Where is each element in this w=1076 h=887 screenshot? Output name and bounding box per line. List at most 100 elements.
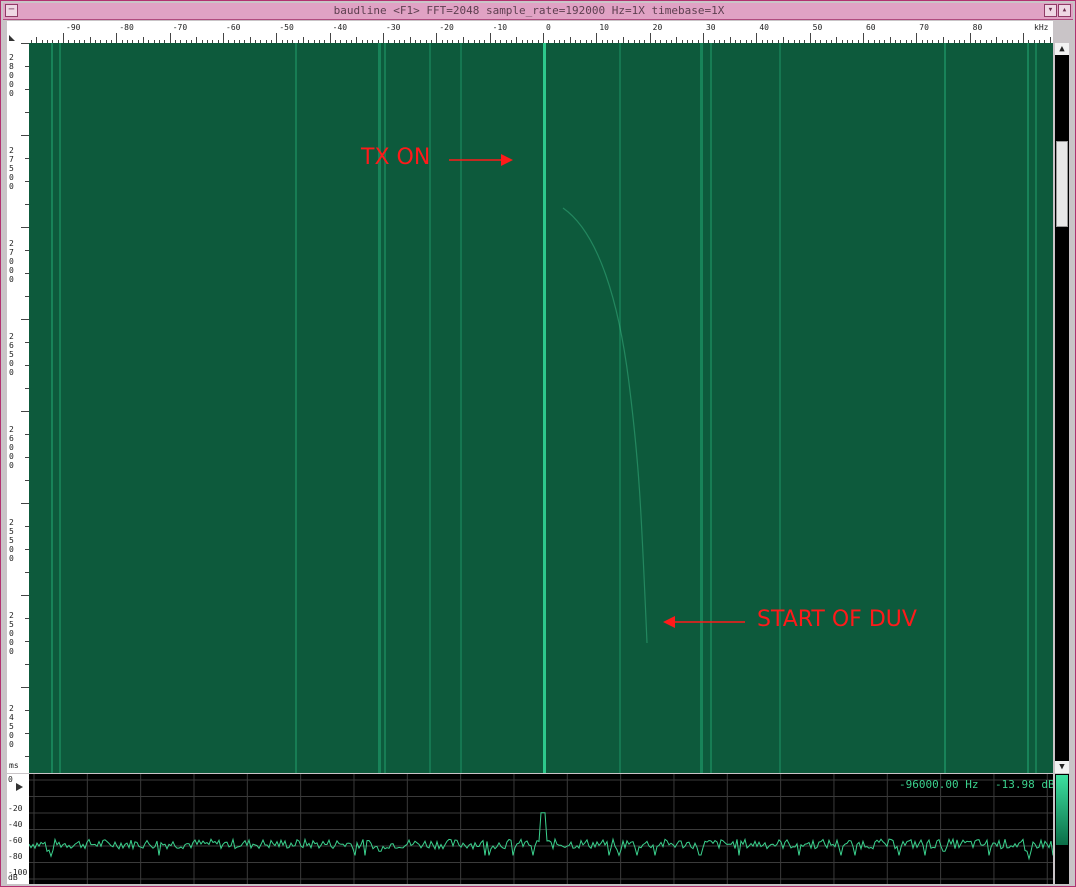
freq-tick [329,33,331,43]
time-ruler[interactable]: ms 28000 27500 27000 26500 26000 25500 25000 24… [7,43,30,773]
freq-tick [383,33,384,43]
freq-tick [809,33,811,43]
signal-line [1027,43,1029,773]
db-label: -80 [8,852,23,861]
signal-line [543,43,546,773]
time-label: 26000 [9,425,14,470]
title-bar[interactable]: ─ baudline <F1> FFT=2048 sample_rate=192… [3,3,1073,20]
corner-arrow-icon [9,35,15,41]
signal-line [710,43,712,773]
signal-line [700,43,703,773]
spectrum-level-bar [1055,774,1069,884]
signal-line [295,43,297,773]
db-label: -60 [8,836,23,845]
time-tick [21,227,29,228]
level-meter [1056,775,1068,845]
freq-label: 80 [972,23,983,32]
spectrum-display[interactable]: -96000.00 Hz -13.98 dB [29,774,1053,884]
freq-label: 20 [652,23,663,32]
freq-tick [169,33,171,43]
signal-line [944,43,946,773]
freq-label: 50 [812,23,823,32]
signal-line [779,43,781,773]
freq-tick [223,33,225,43]
freq-tick [543,33,544,43]
time-label: 26500 [9,332,14,377]
db-label: -40 [8,820,23,829]
frequency-ruler[interactable]: kHz -90 -80 -70 -60 -50 -40 -30 -20 -10 0 10 20 30 40… [29,21,1053,44]
scroll-down-icon[interactable]: ▼ [1055,761,1069,773]
time-tick [21,43,29,44]
freq-tick [276,33,278,43]
time-label: 27500 [9,146,14,191]
baudline-window: ─ baudline <F1> FFT=2048 sample_rate=192… [0,0,1076,887]
time-label: 28000 [9,53,14,98]
time-tick [21,595,29,596]
db-label: -100 [8,868,28,877]
db-readout: -13.98 dB [995,778,1053,791]
start-of-duv-arrow-icon [663,616,745,628]
signal-line [619,43,621,773]
freq-tick [916,33,918,43]
freq-tick [1022,33,1024,43]
spectrum-trace [29,812,1053,861]
maximize-icon[interactable]: ▴ [1058,4,1071,17]
freq-label: -50 [279,23,294,32]
time-label: 24500 [9,704,14,749]
signal-line [51,43,53,773]
freq-label: -70 [172,23,188,32]
frequency-readout: -96000.00 Hz [899,778,979,791]
start-of-duv-annotation: START OF DUV [757,607,917,632]
time-label: 25500 [9,518,14,563]
time-tick [21,503,29,504]
freq-tick [116,33,118,43]
frequency-unit: kHz [1034,23,1049,32]
time-label: 27000 [9,239,14,284]
freq-label: -60 [226,23,241,32]
freq-label: -40 [332,23,348,32]
freq-label: 30 [705,23,716,32]
minimize-icon[interactable]: ▾ [1044,4,1057,17]
time-tick [21,135,29,136]
freq-label: -10 [492,23,508,32]
freq-tick [436,33,438,43]
freq-label: -30 [386,23,401,32]
freq-tick [862,33,864,43]
tx-on-annotation: TX ON [361,145,431,170]
freq-label: 0 [546,23,551,32]
freq-tick [969,33,971,43]
menu-icon[interactable]: ─ [5,4,18,17]
freq-label: 60 [865,23,876,32]
freq-tick [63,33,65,43]
freq-tick [596,33,598,43]
window-title: baudline <F1> FFT=2048 sample_rate=19200… [333,4,725,17]
freq-label: 10 [599,23,609,32]
tx-on-arrow-icon [449,154,513,166]
spectrogram-waterfall[interactable] [29,43,1053,773]
scroll-up-icon[interactable]: ▲ [1055,43,1069,55]
db-label: 0 [8,775,13,784]
signal-line [59,43,61,773]
waterfall-plot [51,43,1037,773]
ruler-corner [7,21,30,44]
freq-tick [489,33,491,43]
freq-label: -20 [439,23,454,32]
scroll-thumb[interactable] [1056,141,1068,227]
freq-label: -80 [119,23,134,32]
time-tick [21,411,29,412]
time-unit: ms [9,761,19,770]
freq-label: -90 [66,23,81,32]
db-label: -20 [8,804,23,813]
time-label: 25000 [9,611,14,656]
vertical-scrollbar[interactable]: ▲ ▼ [1055,43,1069,773]
freq-tick [756,33,758,43]
time-tick [21,319,29,320]
play-icon[interactable] [15,782,25,792]
drift-trace [562,207,648,644]
db-axis: dB 0 -20 -40 -60 -80 -100 [7,774,30,884]
time-tick [21,687,29,688]
freq-label: 40 [759,23,769,32]
signal-line [1035,43,1037,773]
freq-label: 70 [919,23,929,32]
freq-tick [702,33,704,43]
